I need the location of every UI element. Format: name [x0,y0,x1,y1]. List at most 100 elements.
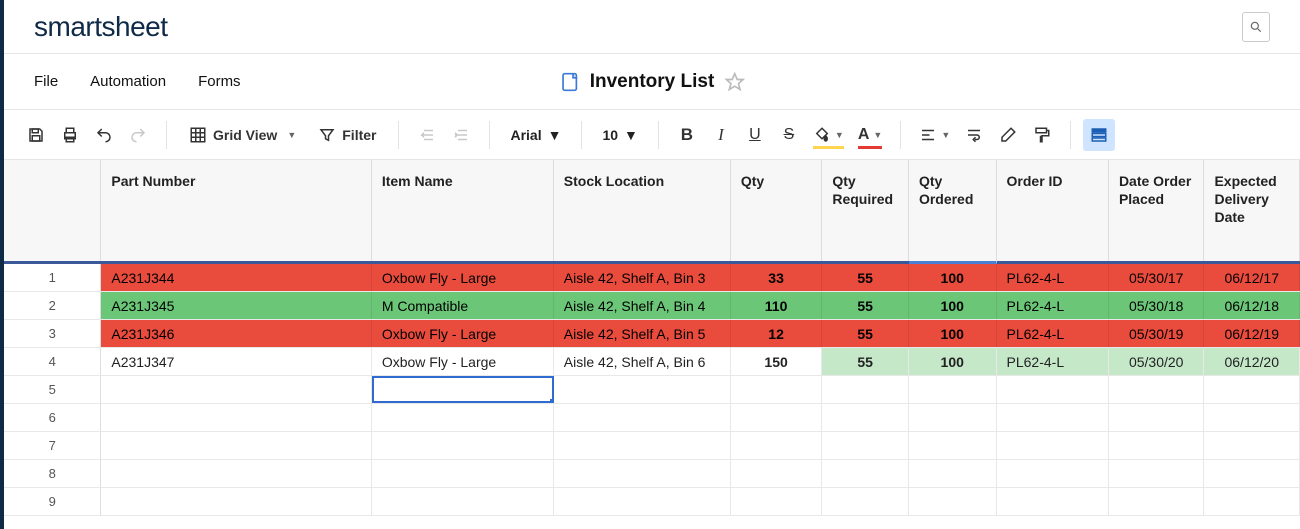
cell-qord[interactable] [909,376,997,403]
cell-d1[interactable]: 05/30/17 [1109,264,1205,291]
cell-d2[interactable] [1204,376,1300,403]
cell-loc[interactable] [554,404,731,431]
table-row[interactable]: 2A231J345M CompatibleAisle 42, Shelf A, … [4,292,1300,320]
cell-item[interactable] [372,488,554,515]
font-size-selector[interactable]: 10▼ [594,127,645,143]
cell-item[interactable] [372,376,554,403]
grid[interactable]: Part Number Item Name Stock Location Qty… [4,160,1300,516]
cell-oid[interactable] [997,488,1109,515]
undo-button[interactable] [88,119,120,151]
cell-qord[interactable] [909,460,997,487]
cell-qreq[interactable] [822,460,909,487]
table-row[interactable]: 7 [4,432,1300,460]
row-number[interactable]: 9 [4,488,101,515]
table-row[interactable]: 3A231J346Oxbow Fly - LargeAisle 42, Shel… [4,320,1300,348]
cell-part[interactable] [101,376,371,403]
table-row[interactable]: 5 [4,376,1300,404]
clear-format-button[interactable] [992,119,1024,151]
fill-color-button[interactable]: ▼ [807,119,850,151]
cell-loc[interactable]: Aisle 42, Shelf A, Bin 3 [554,264,731,291]
cell-item[interactable] [372,432,554,459]
column-header-part-number[interactable]: Part Number [101,160,371,261]
cell-d2[interactable] [1204,488,1300,515]
table-row[interactable]: 8 [4,460,1300,488]
cell-loc[interactable]: Aisle 42, Shelf A, Bin 5 [554,320,731,347]
cell-oid[interactable] [997,376,1109,403]
cell-qreq[interactable] [822,488,909,515]
cell-qty[interactable] [731,460,823,487]
row-number[interactable]: 3 [4,320,101,347]
cell-d2[interactable]: 06/12/18 [1204,292,1300,319]
cell-qreq[interactable]: 55 [822,348,909,375]
cell-qty[interactable]: 110 [731,292,823,319]
cell-item[interactable]: Oxbow Fly - Large [372,264,554,291]
cell-d1[interactable] [1109,488,1205,515]
cell-oid[interactable] [997,460,1109,487]
column-header-qty-ordered[interactable]: Qty Ordered [909,160,997,264]
indent-button[interactable] [445,119,477,151]
cell-d2[interactable]: 06/12/19 [1204,320,1300,347]
grid-corner[interactable] [4,160,101,261]
cell-oid[interactable] [997,404,1109,431]
cell-qty[interactable] [731,432,823,459]
cell-qord[interactable]: 100 [909,348,997,375]
cell-item[interactable]: Oxbow Fly - Large [372,320,554,347]
text-color-button[interactable]: A▼ [852,119,888,151]
cell-loc[interactable] [554,376,731,403]
cell-qreq[interactable] [822,432,909,459]
cell-loc[interactable] [554,432,731,459]
cell-qreq[interactable]: 55 [822,292,909,319]
align-button[interactable]: ▼ [913,119,956,151]
favorite-star-icon[interactable] [724,72,744,92]
column-header-qty[interactable]: Qty [731,160,823,261]
table-row[interactable]: 4A231J347Oxbow Fly - LargeAisle 42, Shel… [4,348,1300,376]
cell-qord[interactable] [909,432,997,459]
column-header-expected-delivery[interactable]: Expected Delivery Date [1204,160,1300,261]
cell-qord[interactable] [909,404,997,431]
row-number[interactable]: 6 [4,404,101,431]
fill-handle[interactable] [549,398,554,403]
strikethrough-button[interactable]: S [773,119,805,151]
cell-oid[interactable]: PL62-4-L [997,348,1109,375]
column-header-stock-location[interactable]: Stock Location [554,160,731,261]
cell-oid[interactable]: PL62-4-L [997,264,1109,291]
wrap-button[interactable] [958,119,990,151]
search-button[interactable] [1242,12,1270,42]
row-number[interactable]: 2 [4,292,101,319]
cell-loc[interactable] [554,488,731,515]
cell-d1[interactable] [1109,460,1205,487]
cell-item[interactable]: Oxbow Fly - Large [372,348,554,375]
font-selector[interactable]: Arial▼ [502,127,569,143]
cell-qord[interactable] [909,488,997,515]
menu-automation[interactable]: Automation [90,73,166,90]
cell-qreq[interactable] [822,404,909,431]
cell-d2[interactable]: 06/12/20 [1204,348,1300,375]
cell-qord[interactable]: 100 [909,264,997,291]
view-selector[interactable]: Grid View ▼ [179,119,306,151]
cell-oid[interactable]: PL62-4-L [997,320,1109,347]
filter-button[interactable]: Filter [308,119,386,151]
cell-oid[interactable] [997,432,1109,459]
document-title[interactable]: Inventory List [590,71,715,93]
cell-part[interactable] [101,404,371,431]
cell-oid[interactable]: PL62-4-L [997,292,1109,319]
cell-part[interactable] [101,432,371,459]
column-header-order-id[interactable]: Order ID [997,160,1109,261]
table-row[interactable]: 9 [4,488,1300,516]
cell-qty[interactable]: 12 [731,320,823,347]
table-row[interactable]: 6 [4,404,1300,432]
cell-qord[interactable]: 100 [909,292,997,319]
cell-part[interactable]: A231J347 [101,348,371,375]
format-painter-button[interactable] [1026,119,1058,151]
cell-qord[interactable]: 100 [909,320,997,347]
cell-qty[interactable]: 33 [731,264,823,291]
cell-item[interactable]: M Compatible [372,292,554,319]
cell-part[interactable]: A231J345 [101,292,371,319]
cell-d1[interactable]: 05/30/19 [1109,320,1205,347]
cell-qreq[interactable]: 55 [822,264,909,291]
cell-loc[interactable] [554,460,731,487]
cell-loc[interactable]: Aisle 42, Shelf A, Bin 6 [554,348,731,375]
redo-button[interactable] [122,119,154,151]
cell-item[interactable] [372,460,554,487]
cell-part[interactable]: A231J346 [101,320,371,347]
